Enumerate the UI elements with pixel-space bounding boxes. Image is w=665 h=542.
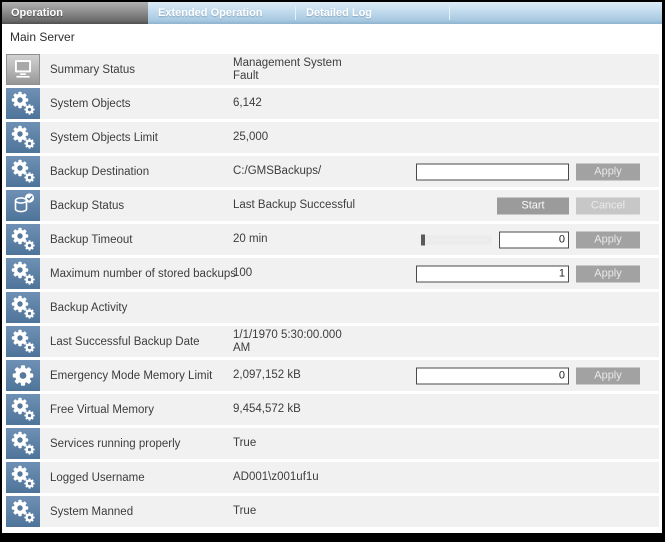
computer-icon [6, 54, 40, 85]
row-label: Emergency Mode Memory Limit [50, 370, 233, 382]
row-controls: Start Cancel [497, 197, 640, 214]
cancel-button[interactable]: Cancel [576, 197, 640, 214]
property-row: Backup Activity [6, 292, 659, 323]
property-row: Logged UsernameAD001\z001uf1u [6, 462, 659, 493]
property-row: Backup Timeout20 min Apply [6, 224, 659, 255]
apply-button[interactable]: Apply [576, 163, 640, 180]
row-label: Backup Destination [50, 166, 233, 178]
slider-thumb[interactable] [421, 234, 425, 245]
property-row: Last Successful Backup Date1/1/1970 5:30… [6, 326, 659, 357]
row-label: System Manned [50, 506, 233, 518]
row-value: True [233, 505, 359, 518]
value-input[interactable] [416, 163, 569, 180]
tab-operation[interactable]: Operation [2, 2, 148, 24]
database-check-icon [6, 190, 40, 221]
main-window: Operation Extended Operation Detailed Lo… [2, 2, 662, 533]
row-value: 1/1/1970 5:30:00.000 AM [233, 329, 359, 355]
page-subtitle: Main Server [10, 30, 662, 46]
gears-icon [6, 394, 40, 425]
gears-icon [6, 496, 40, 527]
row-label: Logged Username [50, 472, 233, 484]
row-label: System Objects Limit [50, 132, 233, 144]
tab-bar: Operation Extended Operation Detailed Lo… [2, 2, 662, 24]
value-input[interactable] [499, 231, 569, 248]
timeout-slider[interactable] [421, 235, 492, 244]
gears-icon [6, 224, 40, 255]
property-row: Emergency Mode Memory Limit2,097,152 kB A… [6, 360, 659, 391]
row-controls: Apply [416, 367, 640, 384]
row-controls: Apply [421, 231, 640, 248]
value-input[interactable] [416, 265, 569, 282]
row-label: Last Successful Backup Date [50, 336, 233, 348]
row-value: C:/GMSBackups/ [233, 165, 359, 178]
row-value: 9,454,572 kB [233, 403, 359, 416]
row-controls: Apply [416, 265, 640, 282]
gears-icon [6, 462, 40, 493]
property-row: Backup StatusLast Backup Successful Start… [6, 190, 659, 221]
row-value: Last Backup Successful [233, 199, 359, 212]
row-label: Backup Activity [50, 302, 233, 314]
row-label: Services running properly [50, 438, 233, 450]
row-value: 2,097,152 kB [233, 369, 359, 382]
property-row: System MannedTrue [6, 496, 659, 527]
gears-icon [6, 428, 40, 459]
property-row: System Objects6,142 [6, 88, 659, 119]
gears-icon [6, 122, 40, 153]
row-value: Management System Fault [233, 57, 359, 83]
row-controls: Apply [416, 163, 640, 180]
row-label: Backup Status [50, 200, 233, 212]
tab-extended-operation[interactable]: Extended Operation [148, 2, 295, 24]
gears-icon [6, 258, 40, 289]
row-label: System Objects [50, 98, 233, 110]
property-row: Backup DestinationC:/GMSBackups/Apply [6, 156, 659, 187]
row-label: Free Virtual Memory [50, 404, 233, 416]
gear-icon [6, 360, 40, 391]
row-value: 100 [233, 267, 359, 280]
property-row: Free Virtual Memory9,454,572 kB [6, 394, 659, 425]
row-label: Maximum number of stored backups [50, 268, 233, 280]
gears-icon [6, 88, 40, 119]
start-button[interactable]: Start [497, 197, 569, 214]
gears-icon [6, 326, 40, 357]
property-row: Maximum number of stored backups100 Apply [6, 258, 659, 289]
value-input[interactable] [416, 367, 569, 384]
row-value: True [233, 437, 359, 450]
row-label: Summary Status [50, 64, 233, 76]
apply-button[interactable]: Apply [576, 231, 640, 248]
apply-button[interactable]: Apply [576, 265, 640, 282]
tab-bar-filler [450, 2, 662, 24]
property-row: Summary StatusManagement System Fault [6, 54, 659, 85]
row-value: 20 min [233, 233, 359, 246]
row-value: AD001\z001uf1u [233, 471, 359, 484]
property-row: System Objects Limit25,000 [6, 122, 659, 153]
row-label: Backup Timeout [50, 234, 233, 246]
property-row: Services running properlyTrue [6, 428, 659, 459]
row-value: 25,000 [233, 131, 359, 144]
gears-icon [6, 156, 40, 187]
tab-detailed-log[interactable]: Detailed Log [296, 2, 449, 24]
row-value: 6,142 [233, 97, 359, 110]
apply-button[interactable]: Apply [576, 367, 640, 384]
gears-icon [6, 292, 40, 323]
property-rows: Summary StatusManagement System FaultSys… [2, 54, 662, 527]
